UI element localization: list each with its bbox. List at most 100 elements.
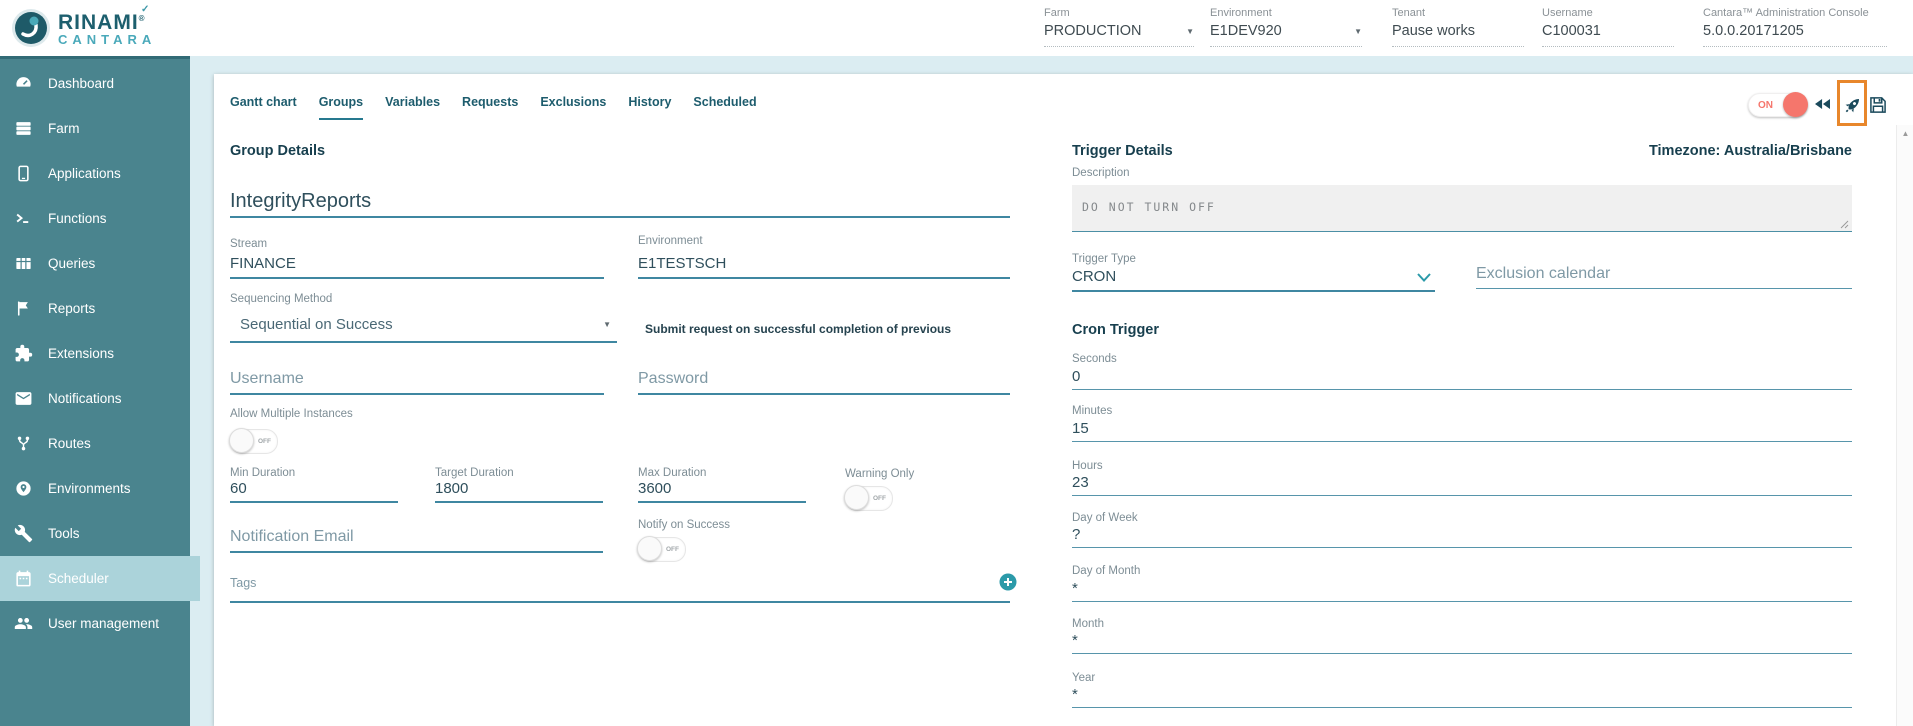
tablet-icon: [14, 164, 33, 183]
toggle-knob[interactable]: [844, 485, 869, 510]
cron-year-input[interactable]: [1072, 686, 1852, 708]
notify-on-success-toggle[interactable]: OFF: [638, 537, 686, 562]
save-icon[interactable]: [1868, 95, 1888, 115]
sidebar-item-tools[interactable]: Tools: [0, 511, 190, 556]
cron-hours-input[interactable]: [1072, 474, 1852, 496]
max-duration-input[interactable]: [638, 480, 806, 503]
dropdown-arrow-icon[interactable]: ▼: [1354, 27, 1362, 36]
cron-seconds-label: Seconds: [1072, 353, 1117, 365]
tab-requests[interactable]: Requests: [462, 95, 518, 120]
sidebar-item-label: Extensions: [48, 346, 114, 361]
toggle-on-label: ON: [1758, 100, 1773, 111]
sidebar-item-queries[interactable]: Queries: [0, 241, 190, 286]
sidebar-item-scheduler[interactable]: Scheduler: [0, 556, 200, 601]
allow-multiple-toggle[interactable]: OFF: [230, 429, 278, 454]
sidebar-item-environments[interactable]: Environments: [0, 466, 190, 511]
sidebar-item-farm[interactable]: Farm: [0, 106, 190, 151]
environment-select[interactable]: Environment E1DEV920 ▼: [1210, 7, 1362, 47]
sidebar-item-label: Reports: [48, 301, 95, 316]
cron-minutes-input[interactable]: [1072, 420, 1852, 442]
sidebar-item-label: Applications: [48, 166, 121, 181]
toggle-knob[interactable]: [1783, 92, 1808, 117]
tab-scheduled[interactable]: Scheduled: [693, 95, 756, 120]
logo-check-icon: ✓: [141, 4, 149, 15]
servers-icon: [14, 119, 33, 138]
min-duration-input[interactable]: [230, 480, 398, 503]
vertical-scrollbar[interactable]: ▲: [1896, 125, 1913, 726]
sidebar-item-label: Notifications: [48, 391, 122, 406]
toggle-off-label: OFF: [873, 495, 886, 502]
puzzle-icon: [14, 344, 33, 363]
sidebar-item-user-management[interactable]: User management: [0, 601, 190, 646]
environment-label: Environment: [1210, 7, 1362, 19]
environment-input[interactable]: [638, 255, 1010, 279]
cron-day-of-month-label: Day of Month: [1072, 565, 1140, 577]
stream-input[interactable]: [230, 255, 604, 279]
calendar-icon: [14, 569, 33, 588]
notify-on-success-label: Notify on Success: [638, 519, 730, 531]
cron-month-input[interactable]: [1072, 632, 1852, 654]
farm-value: PRODUCTION: [1044, 23, 1141, 39]
target-duration-label: Target Duration: [435, 467, 514, 479]
group-password-input[interactable]: [638, 370, 1010, 395]
cron-day-of-week-input[interactable]: [1072, 526, 1852, 548]
cron-month-label: Month: [1072, 618, 1104, 630]
group-details-title: Group Details: [230, 143, 325, 159]
dashboard-icon: [14, 74, 33, 93]
group-username-input[interactable]: [230, 370, 604, 395]
toggle-knob[interactable]: [637, 536, 662, 561]
sidebar-item-extensions[interactable]: Extensions: [0, 331, 190, 376]
cron-seconds-input[interactable]: [1072, 368, 1852, 390]
fast-rewind-icon[interactable]: [1811, 94, 1834, 114]
min-duration-label: Min Duration: [230, 467, 295, 479]
app-window: RINAMI® CANTARA ✓ Farm PRODUCTION▼ Envir…: [0, 0, 1913, 726]
sidebar-item-label: Tools: [48, 526, 80, 541]
username-field: Username C100031: [1542, 7, 1674, 47]
toggle-knob[interactable]: [229, 428, 254, 453]
farm-select[interactable]: Farm PRODUCTION▼: [1044, 7, 1194, 47]
description-textarea[interactable]: DO NOT TURN OFF: [1072, 185, 1852, 232]
notification-email-input[interactable]: [230, 528, 603, 553]
tab-gantt-chart[interactable]: Gantt chart: [230, 95, 297, 120]
tab-exclusions[interactable]: Exclusions: [540, 95, 606, 120]
registered-mark: ®: [139, 14, 146, 23]
sidebar-item-functions[interactable]: Functions: [0, 196, 190, 241]
sidebar-item-label: Routes: [48, 436, 91, 451]
sidebar-item-reports[interactable]: Reports: [0, 286, 190, 331]
group-name-input[interactable]: [230, 190, 1010, 218]
sidebar-item-label: Environments: [48, 481, 131, 496]
wrench-icon: [14, 524, 33, 543]
environment-value: E1DEV920: [1210, 23, 1282, 39]
exclusion-calendar-input[interactable]: [1476, 265, 1852, 289]
add-tag-button[interactable]: [999, 573, 1017, 591]
sequencing-method-select[interactable]: Sequential on Success ▼: [230, 316, 617, 343]
dropdown-arrow-icon[interactable]: ▼: [1186, 27, 1194, 36]
trigger-type-select[interactable]: [1072, 268, 1435, 292]
console-version-value: 5.0.0.20171205: [1703, 23, 1804, 39]
chevron-down-icon[interactable]: [1416, 272, 1432, 283]
tenant-label: Tenant: [1392, 7, 1524, 19]
tab-variables[interactable]: Variables: [385, 95, 440, 120]
tab-groups[interactable]: Groups: [319, 95, 363, 120]
sidebar-item-notifications[interactable]: Notifications: [0, 376, 190, 421]
sidebar-item-routes[interactable]: Routes: [0, 421, 190, 466]
tab-history[interactable]: History: [628, 95, 671, 120]
target-duration-input[interactable]: [435, 480, 603, 503]
sidebar-item-applications[interactable]: Applications: [0, 151, 190, 196]
sidebar-item-label: Scheduler: [48, 571, 109, 586]
cron-year-label: Year: [1072, 672, 1095, 684]
sidebar-item-label: Dashboard: [48, 76, 114, 91]
warning-only-label: Warning Only: [845, 468, 914, 480]
logo-line1: RINAMI: [58, 11, 139, 34]
scrollbar-up-icon[interactable]: ▲: [1897, 125, 1913, 138]
console-version-field: Cantara™ Administration Console 5.0.0.20…: [1703, 7, 1887, 47]
sidebar-item-dashboard[interactable]: Dashboard: [0, 61, 190, 106]
cron-day-of-month-input[interactable]: [1072, 580, 1852, 602]
warning-only-toggle[interactable]: OFF: [845, 486, 893, 511]
sequencing-hint: Submit request on successful completion …: [645, 322, 1065, 336]
cron-hours-label: Hours: [1072, 460, 1103, 472]
resize-handle-icon[interactable]: [1840, 220, 1849, 229]
group-enabled-toggle[interactable]: ON: [1748, 93, 1807, 117]
tags-input[interactable]: [230, 565, 1010, 603]
cron-minutes-label: Minutes: [1072, 405, 1112, 417]
